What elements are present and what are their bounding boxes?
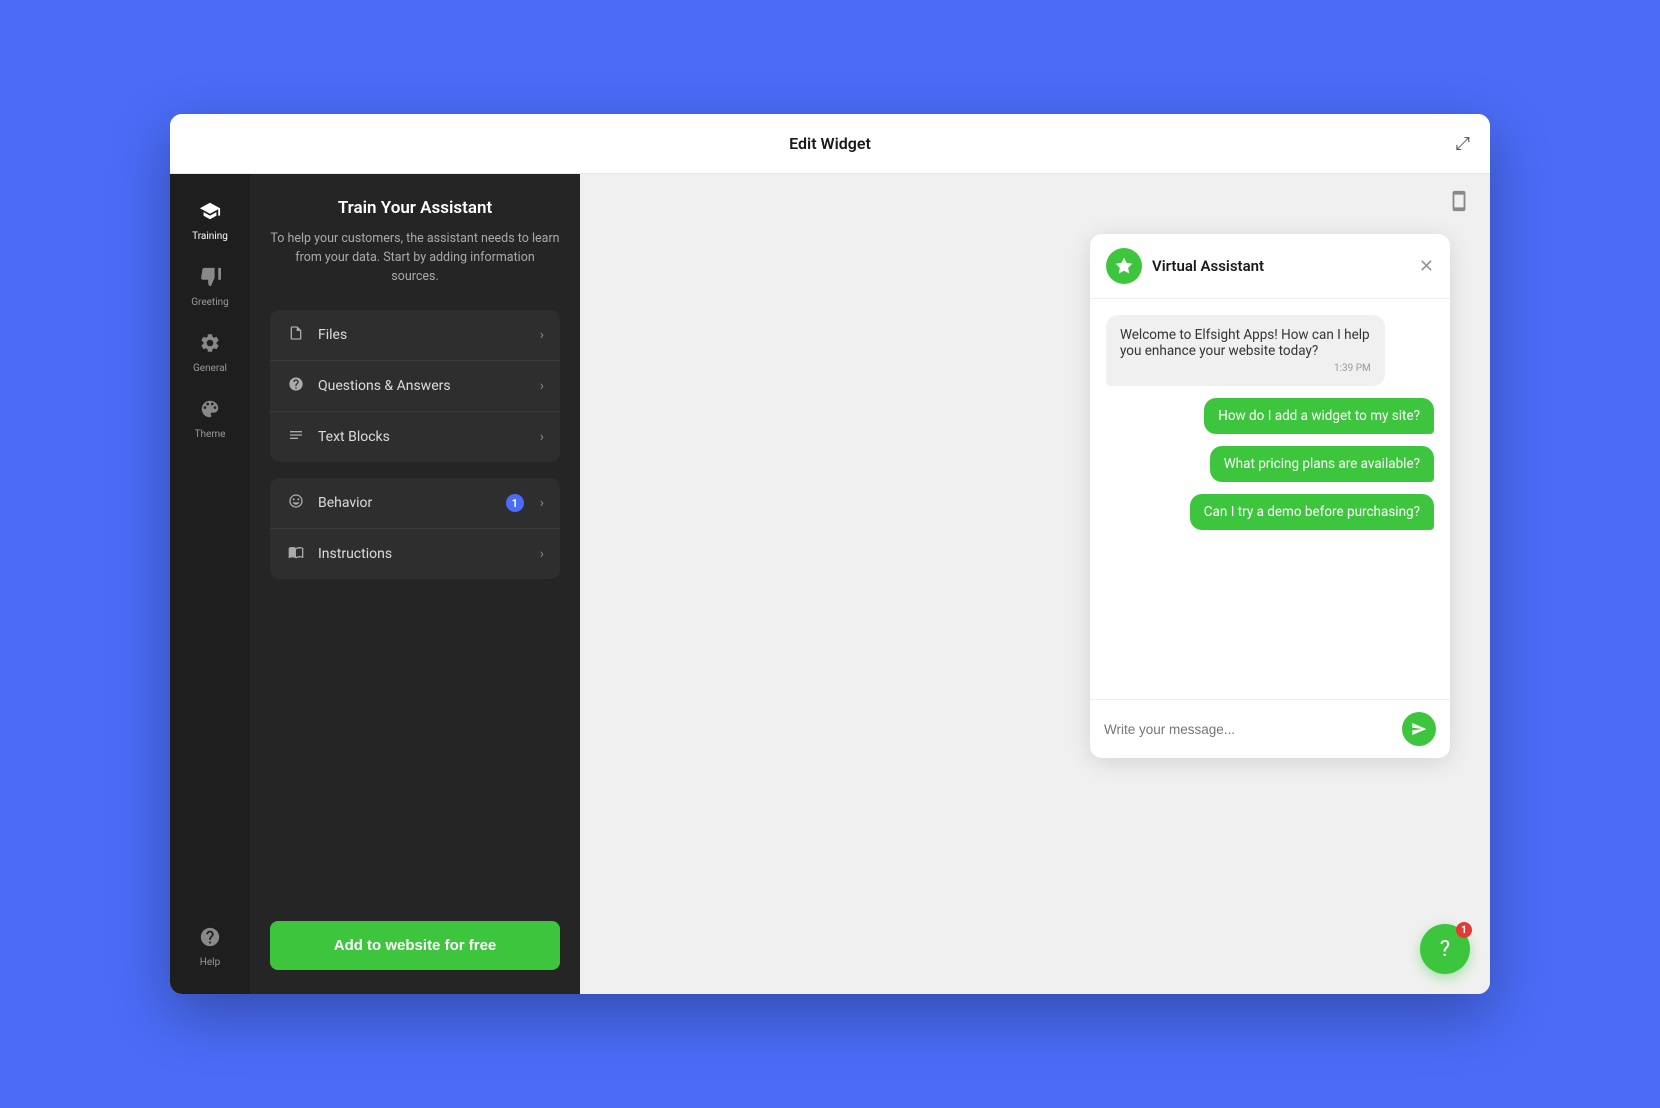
device-icon[interactable]	[1448, 190, 1470, 217]
theme-label: Theme	[195, 429, 226, 440]
behavior-icon	[286, 493, 306, 513]
preview-area: Virtual Assistant ✕ Welcome to Elfsight …	[580, 174, 1490, 994]
chat-header: Virtual Assistant ✕	[1090, 234, 1450, 299]
general-label: General	[193, 363, 227, 374]
assistant-avatar	[1106, 248, 1142, 284]
menu-item-files[interactable]: Files ›	[270, 310, 560, 361]
train-panel: Train Your Assistant To help your custom…	[250, 174, 580, 994]
chat-close-button[interactable]: ✕	[1419, 256, 1434, 277]
greeting-label: Greeting	[191, 297, 229, 308]
chat-widget: Virtual Assistant ✕ Welcome to Elfsight …	[1090, 234, 1450, 758]
instructions-icon	[286, 544, 306, 564]
add-to-website-button[interactable]: Add to website for free	[270, 921, 560, 970]
help-label: Help	[200, 957, 220, 968]
help-fab-badge: 1	[1456, 922, 1472, 938]
chat-title: Virtual Assistant	[1152, 257, 1409, 275]
bot-message-1: Welcome to Elfsight Apps! How can I help…	[1106, 315, 1385, 386]
app-window: Edit Widget ⤢ Training Greeting	[170, 114, 1490, 994]
train-desc: To help your customers, the assistant ne…	[270, 230, 560, 286]
main-content: Training Greeting General	[170, 174, 1490, 994]
sidebar-item-help[interactable]: Help	[176, 916, 244, 978]
sidebar-item-training[interactable]: Training	[176, 190, 244, 252]
user-message-1: How do I add a widget to my site?	[1204, 398, 1434, 434]
files-label: Files	[318, 327, 528, 343]
menu-item-instructions[interactable]: Instructions ›	[270, 529, 560, 579]
message-time: 1:39 PM	[1120, 363, 1371, 374]
menu-group-2: Behavior 1 › Instructions ›	[270, 478, 560, 579]
train-title: Train Your Assistant	[270, 198, 560, 218]
instructions-chevron: ›	[540, 546, 544, 562]
text-blocks-chevron: ›	[540, 429, 544, 445]
help-icon	[199, 926, 221, 953]
general-icon	[199, 332, 221, 359]
chat-input-row	[1090, 699, 1450, 758]
sidebar-item-greeting[interactable]: Greeting	[176, 256, 244, 318]
menu-item-text-blocks[interactable]: Text Blocks ›	[270, 412, 560, 462]
behavior-badge: 1	[506, 494, 524, 512]
user-message-2: What pricing plans are available?	[1210, 446, 1434, 482]
behavior-label: Behavior	[318, 495, 494, 511]
text-blocks-label: Text Blocks	[318, 429, 528, 445]
greeting-icon	[199, 266, 221, 293]
menu-group-1: Files › Questions & Answers ›	[270, 310, 560, 462]
chat-send-button[interactable]	[1402, 712, 1436, 746]
files-icon	[286, 325, 306, 345]
qa-label: Questions & Answers	[318, 378, 528, 394]
text-blocks-icon	[286, 427, 306, 447]
sidebar-item-general[interactable]: General	[176, 322, 244, 384]
training-label: Training	[192, 231, 228, 242]
expand-icon[interactable]: ⤢	[1456, 133, 1470, 154]
icon-sidebar: Training Greeting General	[170, 174, 250, 994]
theme-icon	[199, 398, 221, 425]
user-message-3: Can I try a demo before purchasing?	[1190, 494, 1434, 530]
behavior-chevron: ›	[540, 495, 544, 511]
help-fab-button[interactable]: ? 1	[1420, 924, 1470, 974]
files-chevron: ›	[540, 327, 544, 343]
training-icon	[199, 200, 221, 227]
title-bar: Edit Widget ⤢	[170, 114, 1490, 174]
window-title: Edit Widget	[789, 134, 871, 153]
menu-item-behavior[interactable]: Behavior 1 ›	[270, 478, 560, 529]
instructions-label: Instructions	[318, 546, 528, 562]
chat-messages: Welcome to Elfsight Apps! How can I help…	[1090, 299, 1450, 699]
menu-item-qa[interactable]: Questions & Answers ›	[270, 361, 560, 412]
sidebar-item-theme[interactable]: Theme	[176, 388, 244, 450]
qa-icon	[286, 376, 306, 396]
qa-chevron: ›	[540, 378, 544, 394]
chat-input[interactable]	[1104, 722, 1392, 737]
help-fab-icon: ?	[1440, 937, 1450, 962]
